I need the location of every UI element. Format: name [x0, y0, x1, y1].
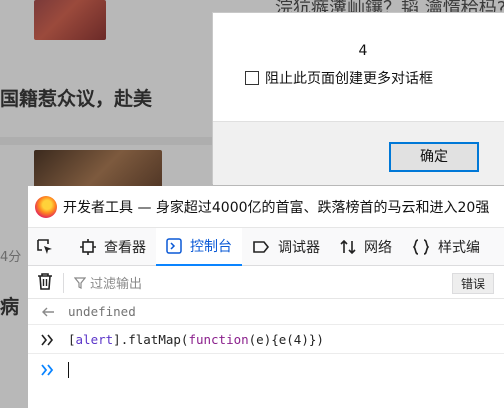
console-output: undefined [alert].flatMap(function(e){e(… [28, 299, 504, 408]
input-prompt-icon [28, 334, 68, 346]
dialog-message: 4 [358, 43, 368, 59]
prompt-chevron-icon [28, 364, 68, 376]
checkbox-label[interactable]: 阻止此页面创建更多对话框 [265, 68, 433, 88]
console-result-row: undefined [28, 299, 504, 325]
devtools-tabbar: 查看器 控制台 调试器 网络 样式编 [28, 227, 504, 266]
alert-dialog: 4 阻止此页面创建更多对话框 确定 [212, 12, 504, 185]
tab-inspector[interactable]: 查看器 [70, 228, 156, 266]
article-meta: 4分 [0, 250, 22, 265]
filter-output-input[interactable]: 过滤输出 [74, 273, 142, 292]
filter-placeholder: 过滤输出 [90, 277, 143, 292]
evaluated-code: [alert].flatMap(function(e){e(4)}) [68, 332, 324, 347]
block-dialogs-option[interactable]: 阻止此页面创建更多对话框 [245, 68, 433, 88]
window-title: 开发者工具 — 身家超过4000亿的首富、跌落榜首的马云和进入20强 [63, 199, 490, 216]
code-token: alert [75, 332, 114, 347]
devtools-window: 开发者工具 — 身家超过4000亿的首富、跌落榜首的马云和进入20强 查看器 控… [28, 186, 504, 408]
code-token: [ [68, 332, 76, 347]
errors-filter-button[interactable]: 错误 [452, 273, 495, 294]
tab-debugger[interactable]: 调试器 [242, 228, 330, 266]
console-input-row: [alert].flatMap(function(e){e(4)}) [28, 326, 504, 354]
article-headline[interactable]: 病 [0, 292, 19, 319]
tab-network[interactable]: 网络 [330, 228, 402, 266]
code-token: function [188, 332, 249, 347]
devtools-titlebar[interactable]: 开发者工具 — 身家超过4000亿的首富、跌落榜首的马云和进入20强 [28, 186, 504, 228]
code-token: (e){e(4)}) [248, 332, 324, 347]
inspector-icon [80, 238, 96, 255]
tab-style-editor[interactable]: 样式编 [402, 228, 490, 266]
filter-icon [74, 276, 86, 289]
element-picker-icon [37, 238, 52, 254]
checkbox[interactable] [245, 71, 259, 85]
dialog-footer: 确定 [213, 121, 504, 185]
text-caret [68, 362, 69, 378]
firefox-logo-icon [35, 195, 57, 218]
article-headline[interactable]: 国籍惹众议，赴美 [0, 84, 152, 111]
tab-label: 查看器 [104, 239, 146, 256]
code-token: ].flatMap( [113, 332, 189, 347]
clear-console-button[interactable] [37, 272, 53, 294]
tab-label: 样式编 [438, 239, 480, 256]
ok-button[interactable]: 确定 [389, 142, 479, 172]
divider [63, 272, 64, 293]
debugger-icon [253, 240, 270, 253]
console-toolbar: 过滤输出 错误 [28, 267, 504, 299]
result-value: undefined [68, 304, 136, 319]
network-icon [340, 239, 356, 254]
console-icon [166, 237, 182, 254]
trash-icon [38, 272, 52, 290]
article-thumbnail[interactable] [34, 0, 106, 40]
tab-label: 控制台 [190, 238, 232, 255]
result-arrow-icon [28, 306, 68, 318]
console-prompt-row[interactable] [28, 355, 504, 385]
tab-console[interactable]: 控制台 [156, 227, 242, 266]
tab-label: 网络 [364, 239, 392, 256]
element-picker-button[interactable] [28, 228, 70, 266]
tab-label: 调试器 [278, 239, 320, 256]
style-editor-icon [412, 238, 430, 255]
